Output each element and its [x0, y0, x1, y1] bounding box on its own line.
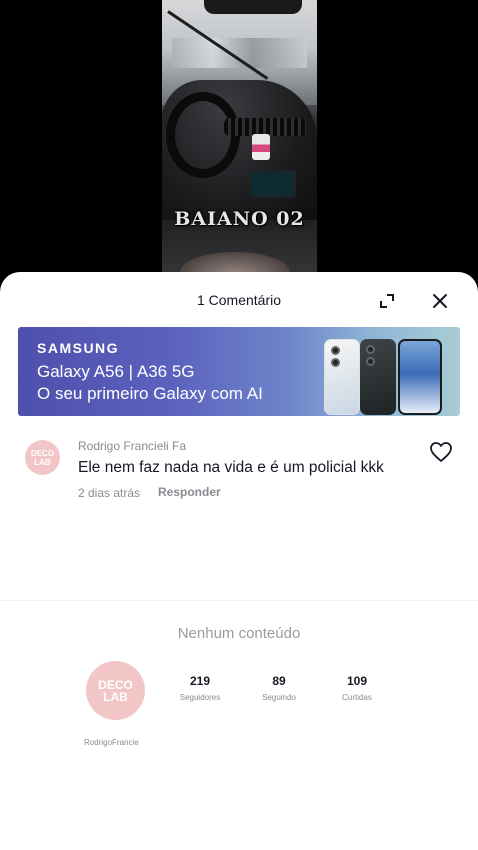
- ad-tagline: O seu primeiro Galaxy com AI: [37, 384, 263, 403]
- video-player[interactable]: BAIANO 02: [162, 0, 317, 290]
- stat-following[interactable]: 89 Seguindo: [244, 674, 314, 702]
- stat-likes[interactable]: 109 Curtidas: [322, 674, 392, 702]
- video-ornament: [252, 134, 270, 160]
- empty-state-text: Nenhum conteúdo: [177, 625, 301, 642]
- stat-label: Curtidas: [342, 693, 372, 702]
- comment-item: DECO LAB Rodrigo Francieli Fa Ele nem fa…: [0, 432, 478, 502]
- comments-header: 1 Comentário: [0, 272, 478, 328]
- reply-button[interactable]: Responder: [158, 485, 221, 499]
- stat-label: Seguidores: [179, 693, 221, 702]
- heart-outline-icon[interactable]: [429, 441, 453, 463]
- profile-preview-panel: Nenhum conteúdo DECO LAB 219 Seguidores …: [0, 600, 478, 850]
- comments-title: 1 Comentário: [196, 292, 282, 308]
- stat-label: Seguindo: [262, 693, 296, 702]
- avatar[interactable]: DECO LAB: [25, 440, 60, 475]
- camera-icon: [331, 346, 340, 355]
- ad-brand: SAMSUNG: [37, 340, 120, 356]
- profile-username[interactable]: RodrigoFrancie: [84, 738, 139, 747]
- camera-icon: [366, 357, 375, 366]
- ad-phone-screen-image: [398, 339, 442, 415]
- camera-icon: [366, 345, 375, 354]
- comment-text: Ele nem faz nada na vida e é um policial…: [78, 459, 384, 476]
- video-road: [172, 38, 307, 68]
- ad-phone-image: [360, 339, 396, 415]
- ad-banner[interactable]: SAMSUNG Galaxy A56 | A36 5G O seu primei…: [18, 327, 460, 416]
- stat-value: 89: [272, 674, 286, 688]
- expand-icon[interactable]: [378, 292, 396, 310]
- stat-value: 109: [346, 674, 368, 688]
- ad-phone-image: [324, 339, 360, 415]
- video-background: BAIANO 02: [0, 0, 478, 290]
- stat-followers[interactable]: 219 Seguidores: [165, 674, 235, 702]
- close-icon[interactable]: [430, 291, 450, 311]
- video-car-screen: [250, 170, 296, 198]
- comment-timestamp: 2 dias atrás: [78, 486, 141, 500]
- profile-avatar[interactable]: DECO LAB: [86, 661, 145, 720]
- ad-headline: Galaxy A56 | A36 5G: [37, 362, 195, 381]
- camera-icon: [331, 358, 340, 367]
- comment-username[interactable]: Rodrigo Francieli Fa: [78, 439, 186, 453]
- comments-sheet: 1 Comentário SAMSUNG Galaxy A56 | A36 5G…: [0, 272, 478, 602]
- video-caption: BAIANO 02: [174, 208, 305, 230]
- stat-value: 219: [189, 674, 211, 688]
- video-mirror: [204, 0, 302, 14]
